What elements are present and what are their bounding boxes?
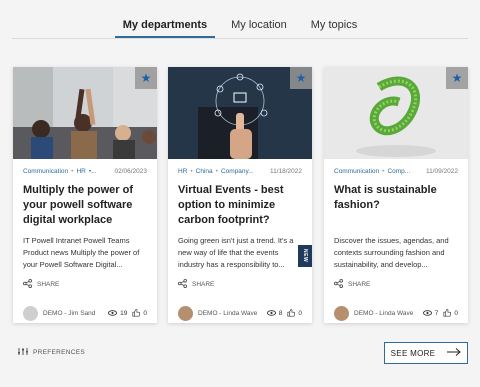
- likes-stat[interactable]: 0: [132, 308, 147, 319]
- favorite-star-icon[interactable]: ★: [290, 67, 312, 89]
- author-name[interactable]: DEMO - Jim Sand: [43, 310, 103, 317]
- sliders-icon: [18, 347, 28, 358]
- likes-stat[interactable]: 0: [287, 308, 302, 319]
- card-meta: Communication • HR •... 02/06/2023: [23, 168, 147, 175]
- avatar: [334, 306, 349, 321]
- card-meta: Communication • Comp... 11/09/2022: [334, 168, 458, 175]
- eye-icon: [266, 309, 276, 318]
- author-name[interactable]: DEMO - Linda Wave: [198, 310, 262, 317]
- card-image-green-sculpture: ★: [324, 67, 468, 159]
- tag[interactable]: Comp...: [387, 168, 410, 175]
- tag[interactable]: HR: [76, 168, 85, 175]
- card-meta: HR • China • Company... 11/18/2022: [178, 168, 302, 175]
- views-count: 19: [120, 310, 128, 317]
- avatar: [178, 306, 193, 321]
- share-label: SHARE: [192, 281, 215, 288]
- tag[interactable]: China: [196, 168, 213, 175]
- avatar: [23, 306, 38, 321]
- see-more-label: SEE MORE: [390, 348, 436, 358]
- tab-bar: My departments My location My topics: [0, 0, 480, 38]
- card-title[interactable]: Virtual Events - best option to minimize…: [178, 183, 302, 228]
- author-name[interactable]: DEMO - Linda Wave: [354, 310, 418, 317]
- tag[interactable]: HR: [178, 168, 187, 175]
- card-footer: DEMO - Linda Wave 7 0: [334, 306, 458, 321]
- tab-divider: [12, 38, 468, 39]
- card-footer: DEMO - Jim Sand 19 0: [23, 306, 147, 321]
- news-card[interactable]: ★ Communication • Comp... 11/09/2022 Wha…: [324, 67, 468, 323]
- preferences-button[interactable]: PREFERENCES: [18, 347, 85, 358]
- card-excerpt: Going green isn't just a trend. It's a n…: [178, 236, 294, 269]
- card-title[interactable]: What is sustainable fashion?: [334, 183, 458, 228]
- see-more-button[interactable]: SEE MORE: [384, 342, 468, 364]
- views-count: 8: [278, 310, 283, 317]
- preferences-label: PREFERENCES: [33, 349, 86, 356]
- card-image-protest: ★: [13, 67, 157, 159]
- favorite-star-icon[interactable]: ★: [135, 67, 157, 89]
- likes-count: 0: [143, 310, 147, 317]
- thumbs-up-icon: [132, 308, 141, 319]
- card-excerpt: Discover the issues, agendas, and contex…: [334, 236, 449, 269]
- card-title[interactable]: Multiply the power of your powell softwa…: [23, 183, 147, 228]
- share-label: SHARE: [348, 281, 371, 288]
- card-footer: DEMO - Linda Wave 8 0: [178, 306, 302, 321]
- share-icon: [334, 279, 343, 290]
- share-button[interactable]: SHARE: [178, 279, 214, 290]
- favorite-star-icon[interactable]: ★: [446, 67, 468, 89]
- tag[interactable]: Communication: [334, 168, 379, 175]
- views-stat: 8: [266, 309, 283, 318]
- views-stat: 7: [422, 309, 439, 318]
- eye-icon: [108, 309, 118, 318]
- likes-count: 0: [454, 310, 458, 317]
- news-card[interactable]: ★ Communication • HR •... 02/06/2023 Mul…: [13, 67, 157, 323]
- tab-my-departments[interactable]: My departments: [114, 0, 216, 38]
- share-label: SHARE: [37, 281, 60, 288]
- likes-count: 0: [298, 310, 302, 317]
- card-excerpt: IT Powell Intranet Powell Teams Product …: [23, 236, 140, 269]
- news-card[interactable]: ★ HR • China • Company... 11/18/2022 Vir…: [168, 67, 312, 323]
- tab-my-location[interactable]: My location: [223, 0, 295, 38]
- likes-stat[interactable]: 0: [443, 308, 458, 319]
- share-button[interactable]: SHARE: [23, 279, 59, 290]
- share-button[interactable]: SHARE: [334, 279, 370, 290]
- eye-icon: [422, 309, 432, 318]
- tag[interactable]: Company...: [221, 168, 254, 175]
- new-badge: NEW: [298, 245, 312, 267]
- views-stat: 19: [108, 309, 128, 318]
- card-date: 02/06/2023: [114, 168, 147, 175]
- thumbs-up-icon: [443, 308, 452, 319]
- share-icon: [23, 279, 32, 290]
- views-count: 7: [434, 310, 439, 317]
- tag[interactable]: •...: [89, 168, 97, 175]
- tab-my-topics[interactable]: My topics: [303, 0, 365, 38]
- card-date: 11/09/2022: [425, 168, 458, 175]
- card-image-tech-hand: ★: [168, 67, 312, 159]
- share-icon: [178, 279, 187, 290]
- arrow-right-icon: [447, 348, 462, 358]
- card-date: 11/18/2022: [269, 168, 302, 175]
- tag[interactable]: Communication: [23, 168, 68, 175]
- thumbs-up-icon: [287, 308, 296, 319]
